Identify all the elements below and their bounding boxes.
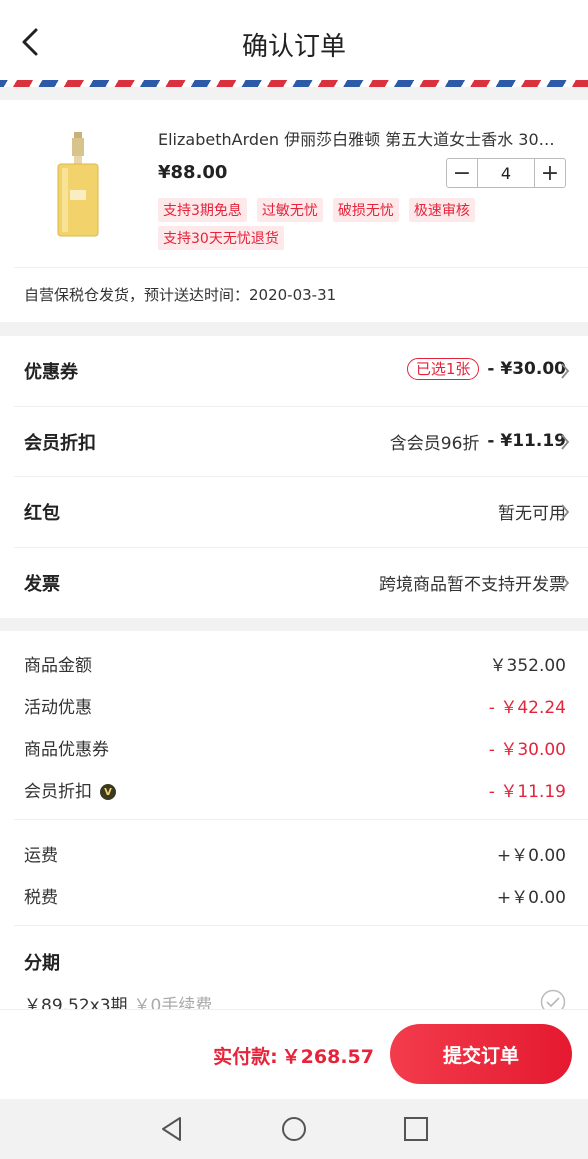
chevron-right-icon — [561, 433, 570, 450]
member-discount-amount: - ¥11.19 — [487, 431, 566, 451]
service-tag: 过敏无忧 — [256, 198, 323, 222]
red-packet-row[interactable]: 红包 暂无可用 — [14, 477, 588, 548]
decrease-quantity-button[interactable]: − — [447, 159, 477, 187]
quantity-input[interactable]: 4 — [477, 159, 535, 187]
service-tag: 支持3期免息 — [158, 198, 247, 222]
total-payment-label: 实付款: — [213, 1046, 278, 1068]
nav-home-icon[interactable] — [280, 1115, 308, 1143]
freight-row: 运费 +￥0.00 — [24, 841, 566, 866]
chevron-right-icon — [561, 363, 570, 379]
goods-amount-value: ￥352.00 — [489, 656, 566, 676]
coupon-row[interactable]: 优惠券 已选1张 - ¥30.00 — [14, 336, 588, 407]
member-discount-summary-row: 会员折扣 V - ￥11.19 — [24, 777, 566, 802]
coupon-amount: - ¥30.00 — [487, 359, 566, 379]
invoice-row[interactable]: 发票 跨境商品暂不支持开发票 — [14, 548, 588, 619]
divider — [14, 267, 588, 268]
coupon-value: 已选1张 - ¥30.00 — [406, 358, 566, 380]
coupon-label: 优惠券 — [24, 362, 78, 383]
system-nav-bar — [0, 1099, 588, 1159]
red-packet-note: 暂无可用 — [498, 504, 566, 524]
activity-discount-value: - ￥42.24 — [488, 698, 566, 718]
price-summary: 商品金额 ￥352.00 活动优惠 - ￥42.24 商品优惠券 - ￥30.0… — [0, 631, 588, 1016]
goods-amount-label: 商品金额 — [24, 656, 92, 676]
quantity-stepper: − 4 + — [446, 158, 566, 188]
tax-value: +￥0.00 — [496, 888, 566, 908]
perfume-bottle-image[interactable] — [50, 130, 106, 242]
freight-value: +￥0.00 — [496, 846, 566, 866]
service-tag: 破损无忧 — [332, 198, 399, 222]
product-title[interactable]: ElizabethArden 伊丽莎白雅顿 第五大道女士香水 30ml — [158, 126, 558, 150]
red-packet-value: 暂无可用 — [498, 499, 566, 524]
service-tag: 支持30天无忧退货 — [158, 226, 284, 250]
member-discount-note: 含会员96折 — [389, 433, 480, 454]
member-discount-label: 会员折扣 — [24, 432, 96, 454]
total-payment: 实付款: ￥268.57 — [213, 1042, 374, 1069]
activity-discount-row: 活动优惠 - ￥42.24 — [24, 693, 566, 718]
chevron-right-icon — [561, 574, 570, 591]
airmail-stripe — [0, 80, 588, 87]
goods-coupon-value: - ￥30.00 — [488, 740, 566, 760]
goods-amount-row: 商品金额 ￥352.00 — [24, 651, 566, 676]
vip-badge-icon: V — [100, 784, 116, 800]
divider — [14, 819, 588, 820]
goods-coupon-label: 商品优惠券 — [24, 740, 109, 760]
freight-label: 运费 — [24, 846, 58, 866]
tax-label: 税费 — [24, 888, 58, 908]
service-tag: 极速审核 — [408, 198, 475, 222]
total-payment-amount: ￥268.57 — [281, 1046, 374, 1068]
coupon-selected-badge: 已选1张 — [406, 358, 480, 380]
chevron-right-icon — [561, 504, 570, 520]
app-header: 确认订单 — [0, 0, 588, 82]
member-discount-value: 含会员96折 - ¥11.19 — [390, 429, 566, 454]
service-tags: 支持3期免息 过敏无忧 破损无忧 极速审核 支持30天无忧退货 — [158, 198, 568, 250]
shipping-info: 自营保税仓发货，预计送达时间：2020-03-31 — [24, 286, 337, 304]
invoice-value: 跨境商品暂不支持开发票 — [379, 570, 566, 595]
invoice-note: 跨境商品暂不支持开发票 — [379, 574, 566, 595]
activity-discount-label: 活动优惠 — [24, 698, 92, 718]
member-discount-row[interactable]: 会员折扣 含会员96折 - ¥11.19 — [14, 407, 588, 477]
goods-coupon-row: 商品优惠券 - ￥30.00 — [24, 735, 566, 760]
divider — [14, 925, 588, 926]
member-discount-summary-label-wrap: 会员折扣 V — [24, 777, 116, 802]
product-card: ElizabethArden 伊丽莎白雅顿 第五大道女士香水 30ml ¥88.… — [0, 100, 588, 322]
invoice-label: 发票 — [24, 573, 60, 595]
submit-order-button[interactable]: 提交订单 — [390, 1024, 572, 1084]
checkout-bar: 实付款: ￥268.57 提交订单 — [0, 1009, 588, 1099]
nav-recents-icon[interactable] — [402, 1115, 430, 1143]
page-title: 确认订单 — [241, 32, 346, 62]
red-packet-label: 红包 — [24, 503, 60, 524]
product-price: ¥88.00 — [158, 162, 228, 183]
order-options: 优惠券 已选1张 - ¥30.00 会员折扣 含会员96折 - ¥11.19 红… — [0, 336, 588, 618]
increase-quantity-button[interactable]: + — [535, 159, 565, 187]
installment-title: 分期 — [24, 953, 60, 974]
nav-back-icon[interactable] — [158, 1115, 186, 1143]
member-discount-summary-label: 会员折扣 — [24, 782, 92, 802]
member-discount-summary-value: - ￥11.19 — [488, 782, 566, 802]
tax-row: 税费 +￥0.00 — [24, 883, 566, 908]
